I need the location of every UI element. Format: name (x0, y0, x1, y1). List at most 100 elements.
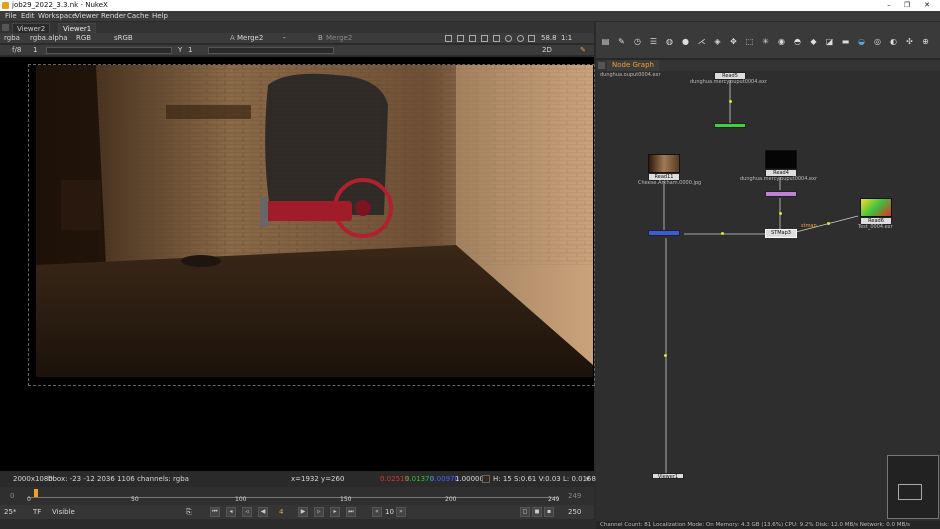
skip-back-icon[interactable]: « (372, 507, 382, 517)
time-nodes-icon[interactable]: ◷ (633, 37, 642, 46)
frame-range-end-field[interactable]: 250 (568, 505, 581, 519)
menu-viewer[interactable]: Viewer (75, 11, 99, 21)
web-icon[interactable]: ⊕ (921, 37, 930, 46)
timeline-start-field[interactable]: 0 (10, 492, 14, 500)
play-forward-icon[interactable]: ▶ (298, 507, 308, 517)
menu-edit[interactable]: Edit (21, 11, 35, 21)
pane-menu-icon[interactable] (598, 62, 605, 69)
keyer-nodes-icon[interactable]: ⋌ (697, 37, 706, 46)
pane-menu-icon[interactable] (2, 24, 9, 31)
furnace-icon[interactable]: ◒ (857, 37, 866, 46)
tab-viewer2[interactable]: Viewer2 (12, 23, 51, 33)
read4-thumbnail[interactable] (765, 150, 797, 169)
tf-dropdown[interactable]: TF (33, 505, 41, 519)
particles-icon[interactable]: ✳ (761, 37, 770, 46)
draw-nodes-icon[interactable]: ✎ (617, 37, 626, 46)
view-mode-dropdown[interactable]: 2D (542, 45, 552, 56)
gamma-slider[interactable] (208, 47, 334, 54)
menu-workspace[interactable]: Workspace (38, 11, 76, 21)
gain-field[interactable]: 1 (33, 45, 37, 56)
node-graph-minimap[interactable] (887, 455, 939, 519)
tab-node-graph[interactable]: Node Graph (607, 60, 659, 71)
timeline[interactable]: 0 0 50 100 150 200 249 249 (0, 487, 594, 505)
read11-thumbnail[interactable] (648, 154, 680, 173)
views-icon[interactable]: ◓ (793, 37, 802, 46)
minimap-viewport[interactable] (898, 484, 922, 500)
first-frame-icon[interactable]: ⏮ (210, 507, 220, 517)
gizmos-icon[interactable]: ✣ (905, 37, 914, 46)
other-nodes-icon[interactable]: ▬ (841, 37, 850, 46)
safe-area-icon[interactable] (457, 35, 464, 42)
flipbook-icon[interactable]: ⎘ (186, 505, 192, 519)
clip-warning-icon[interactable] (481, 35, 488, 42)
skip-step-field[interactable]: 10 (385, 505, 394, 519)
viewer-image[interactable] (36, 65, 593, 377)
dot-node[interactable] (729, 100, 732, 103)
3d-nodes-icon[interactable]: ⬚ (745, 37, 754, 46)
gain-slider[interactable] (46, 47, 172, 54)
read6-thumbnail[interactable] (860, 198, 892, 217)
play-backward-icon[interactable]: ◀ (258, 507, 268, 517)
lut-dropdown[interactable]: sRGB (114, 33, 133, 44)
loop-icon[interactable]: ◻ (520, 507, 530, 517)
menu-file[interactable]: File (5, 11, 17, 21)
status-menu-icon[interactable]: ▾ (586, 471, 590, 487)
fps-dropdown[interactable]: 25* (4, 505, 16, 519)
roi-icon[interactable] (445, 35, 452, 42)
dot-node[interactable] (664, 354, 667, 357)
prev-key-icon[interactable]: ◂ (226, 507, 236, 517)
playhead[interactable] (34, 489, 38, 497)
menu-cache[interactable]: Cache (127, 11, 149, 21)
purple-node[interactable] (765, 191, 797, 197)
merge-nodes-icon[interactable]: ◈ (713, 37, 722, 46)
next-frame-icon[interactable]: ▹ (314, 507, 324, 517)
bounce-icon[interactable]: ◼ (532, 507, 542, 517)
minimize-button[interactable]: – (880, 0, 898, 11)
green-node[interactable] (714, 123, 746, 128)
maximize-button[interactable]: ❐ (898, 0, 916, 11)
close-button[interactable]: ✕ (918, 0, 936, 11)
mask-icon[interactable] (469, 35, 476, 42)
deep-nodes-icon[interactable]: ◉ (777, 37, 786, 46)
channels-dropdown[interactable]: rgba (4, 33, 20, 44)
region-icon[interactable] (493, 35, 500, 42)
transform-nodes-icon[interactable]: ✥ (729, 37, 738, 46)
ratio-dropdown[interactable]: 1:1 (561, 33, 572, 44)
blue-node[interactable] (648, 230, 680, 236)
tab-viewer1[interactable]: Viewer1 (58, 23, 97, 33)
rgb-dropdown[interactable]: RGB (76, 33, 91, 44)
dot-node[interactable] (721, 232, 724, 235)
toolsets-icon[interactable]: ◪ (825, 37, 834, 46)
cara-vr-icon[interactable]: ◐ (889, 37, 898, 46)
gamma-field[interactable]: 1 (188, 45, 192, 56)
timeline-end-field[interactable]: 249 (568, 492, 581, 500)
viewer1-node[interactable]: Viewer1 (652, 473, 684, 480)
dot-node[interactable] (779, 212, 782, 215)
metadata-icon[interactable]: ◆ (809, 37, 818, 46)
channel-nodes-icon[interactable]: ☰ (649, 37, 658, 46)
menu-render[interactable]: Render (101, 11, 126, 21)
lock-range-icon[interactable]: ▪ (544, 507, 554, 517)
skip-forward-icon[interactable]: » (396, 507, 406, 517)
dot-node[interactable] (827, 222, 830, 225)
refresh-icon[interactable] (517, 35, 524, 42)
paint-brush-icon[interactable]: ✎ (580, 45, 586, 56)
pause-icon[interactable] (505, 35, 512, 42)
input-a-dropdown[interactable]: Merge2 (237, 33, 263, 44)
menu-help[interactable]: Help (152, 11, 168, 21)
filter-nodes-icon[interactable]: ● (681, 37, 690, 46)
fstop-field[interactable]: f/8 (12, 45, 21, 56)
ofx-icon[interactable]: ◎ (873, 37, 882, 46)
prev-frame-icon[interactable]: ◃ (242, 507, 252, 517)
current-frame-field[interactable]: 4 (279, 505, 283, 519)
input-b-dropdown[interactable]: Merge2 (326, 33, 352, 44)
timeline-ruler[interactable] (28, 492, 558, 498)
visible-dropdown[interactable]: Visible (52, 505, 75, 519)
image-nodes-icon[interactable]: ▤ (601, 37, 610, 46)
next-key-icon[interactable]: ▸ (330, 507, 340, 517)
proxy-icon[interactable] (528, 35, 535, 42)
color-nodes-icon[interactable]: ◍ (665, 37, 674, 46)
wipe-dropdown[interactable]: - (283, 33, 286, 44)
stmap3-node[interactable]: STMap3 (765, 229, 797, 238)
alpha-channel-dropdown[interactable]: rgba.alpha (30, 33, 68, 44)
